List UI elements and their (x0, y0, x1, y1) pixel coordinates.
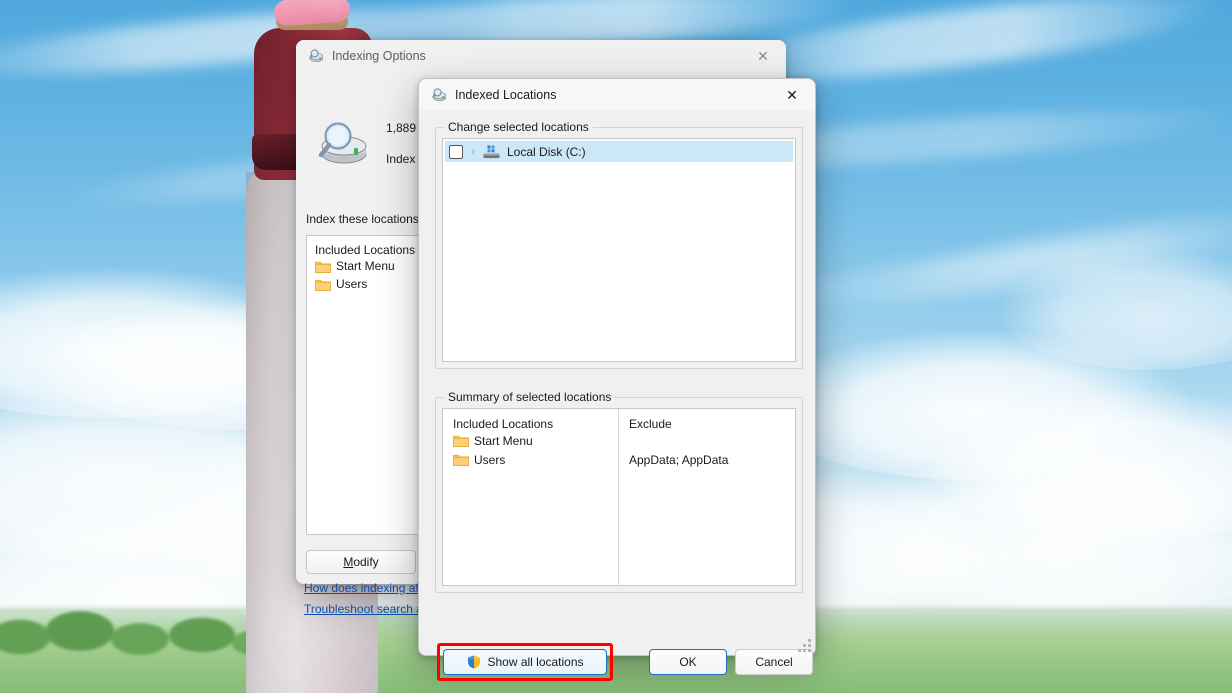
summary-column-exclude: Exclude AppData; AppData (619, 409, 795, 585)
resize-grip[interactable] (798, 639, 811, 652)
table-row (619, 431, 795, 450)
index-locations-label: Index these locations: (306, 212, 423, 226)
show-all-locations-label: Show all locations (487, 655, 584, 669)
indexed-locations-title: Indexed Locations (455, 88, 557, 102)
summary-column-header-included: Included Locations (453, 417, 554, 431)
tree-item-label: Local Disk (C:) (507, 144, 586, 159)
indexing-status-text: Index (386, 152, 416, 166)
change-selected-locations-label: Change selected locations (444, 120, 593, 134)
table-row[interactable]: Users (443, 450, 618, 469)
close-icon[interactable]: ✕ (769, 79, 815, 111)
folder-icon (453, 453, 469, 466)
indexed-locations-dialog[interactable]: Indexed Locations ✕ Change selected loca… (418, 78, 816, 681)
summary-of-selected-locations-group: Summary of selected locations Included L… (435, 390, 803, 593)
indexing-magnifier-disk-icon (308, 48, 324, 64)
show-all-locations-button[interactable]: Show all locations (443, 649, 607, 675)
tree-item-local-disk[interactable]: › Local Disk (C:) (445, 141, 793, 162)
summary-included-value: Start Menu (474, 433, 533, 448)
summary-listview[interactable]: Included Locations Start Menu Users Excl… (442, 408, 796, 586)
how-does-indexing-affect-link[interactable]: How does indexing affe (304, 581, 429, 595)
list-item-label: Users (336, 277, 368, 291)
folder-icon (453, 434, 469, 447)
indexing-status-icon (314, 118, 370, 168)
modify-button[interactable]: Modify (306, 550, 416, 574)
summary-included-value: Users (474, 452, 506, 467)
cancel-button-label: Cancel (755, 655, 793, 669)
indexing-magnifier-disk-icon (431, 87, 447, 103)
table-row: AppData; AppData (619, 450, 795, 469)
summary-column-header-exclude: Exclude (629, 417, 672, 431)
modify-button-label: odify (353, 555, 379, 569)
cancel-button[interactable]: Cancel (735, 649, 813, 675)
summary-of-selected-locations-label: Summary of selected locations (444, 390, 616, 404)
folder-icon (315, 260, 331, 273)
indexed-locations-body: Change selected locations › Local Disk (… (419, 111, 815, 681)
summary-column-included: Included Locations Start Menu Users (443, 409, 619, 585)
modify-button-accel: M (343, 555, 354, 569)
summary-exclude-value: AppData; AppData (629, 452, 729, 467)
locations-treeview[interactable]: › Local Disk (C:) (442, 138, 796, 362)
troubleshoot-search-link[interactable]: Troubleshoot search an (304, 602, 430, 616)
list-item-label: Start Menu (336, 259, 395, 273)
close-icon[interactable]: ✕ (740, 40, 786, 72)
folder-icon (315, 278, 331, 291)
uac-shield-icon (466, 654, 482, 670)
indexing-options-titlebar[interactable]: Indexing Options ✕ (296, 40, 786, 72)
indexing-options-title: Indexing Options (332, 49, 426, 63)
indexed-locations-titlebar[interactable]: Indexed Locations ✕ (419, 79, 815, 111)
table-row[interactable]: Start Menu (443, 431, 618, 450)
change-selected-locations-group: Change selected locations › Local Disk (… (435, 120, 803, 369)
chevron-right-icon[interactable]: › (465, 144, 481, 160)
ok-button[interactable]: OK (649, 649, 727, 675)
tree-item-checkbox[interactable] (449, 144, 463, 159)
ok-button-label: OK (679, 655, 697, 669)
indexed-items-count: 1,889 (386, 121, 417, 135)
hard-drive-icon (483, 145, 500, 159)
